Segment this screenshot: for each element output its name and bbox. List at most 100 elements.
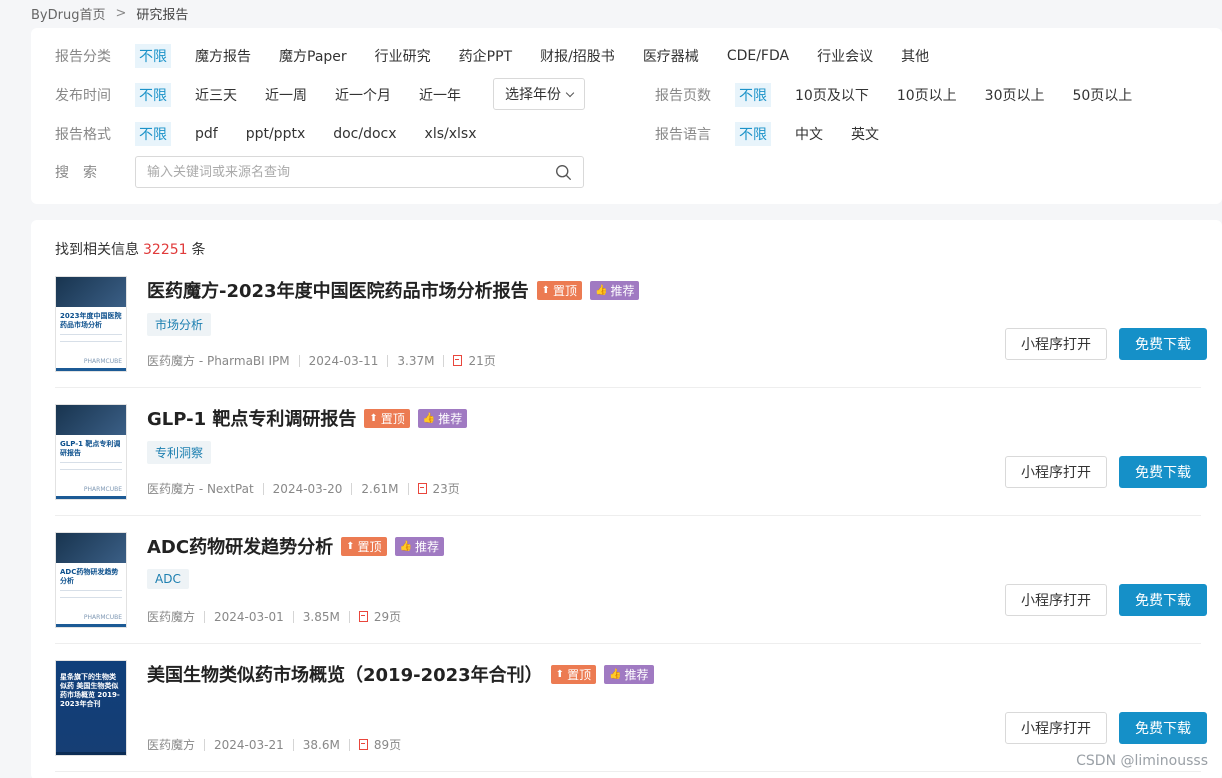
search-icon[interactable] [555, 164, 572, 181]
watermark: CSDN @liminousss [1076, 753, 1208, 769]
pages-option-le10[interactable]: 10页及以下 [791, 83, 873, 107]
open-miniprogram-button[interactable]: 小程序打开 [1005, 584, 1107, 616]
filter-label-language: 报告语言 [655, 127, 711, 143]
category-option-pharma-ppt[interactable]: 药企PPT [455, 44, 516, 68]
pages-option-gt30[interactable]: 30页以上 [981, 83, 1049, 107]
breadcrumb-current: 研究报告 [136, 8, 189, 23]
report-meta: 医药魔方 - PharmaBI IPM 2024-03-11 3.37M 21页 [147, 352, 496, 369]
report-thumbnail[interactable]: GLP-1 靶点专利调研报告 PHARMCUBE [55, 404, 127, 500]
thumbnail-brand: PHARMCUBE [83, 486, 122, 493]
category-option-industry-research[interactable]: 行业研究 [371, 44, 435, 68]
search-input[interactable] [136, 157, 536, 187]
language-option-all[interactable]: 不限 [735, 122, 771, 146]
report-thumbnail[interactable]: ADC药物研发趋势分析 PHARMCUBE [55, 532, 127, 628]
filter-row-language: 报告语言 不限 中文 英文 [655, 122, 903, 146]
category-option-all[interactable]: 不限 [135, 44, 171, 68]
report-tag[interactable]: 专利洞察 [147, 441, 212, 464]
report-source: 医药魔方 - PharmaBI IPM [147, 354, 290, 368]
filter-label-time: 发布时间 [55, 88, 111, 104]
free-download-button[interactable]: 免费下载 [1119, 584, 1207, 616]
report-size: 3.85M [302, 609, 340, 624]
report-date: 2024-03-01 [214, 609, 284, 624]
language-option-chinese[interactable]: 中文 [791, 122, 827, 146]
pinned-badge: ⬆ 置顶 [341, 536, 387, 556]
category-option-cde-fda[interactable]: CDE/FDA [723, 46, 793, 66]
chevron-down-icon [565, 88, 575, 97]
pages-option-gt50[interactable]: 50页以上 [1068, 83, 1136, 107]
report-thumbnail[interactable]: 2023年度中国医院药品市场分析 PHARMCUBE [55, 276, 127, 372]
result-count-suffix: 条 [191, 242, 206, 258]
report-source: 医药魔方 - NextPat [147, 482, 254, 496]
report-tag[interactable]: 市场分析 [147, 313, 212, 336]
report-pages: 89页 [373, 738, 402, 752]
pdf-icon [358, 611, 368, 622]
breadcrumb-home-link[interactable]: ByDrug首页 [31, 4, 105, 23]
report-title[interactable]: 医药魔方-2023年度中国医院药品市场分析报告 [147, 277, 529, 303]
thumbnail-title: 星条旗下的生物类似药 美国生物类似药市场概览 2019-2023年合刊 [60, 673, 120, 708]
report-thumbnail[interactable]: 星条旗下的生物类似药 美国生物类似药市场概览 2019-2023年合刊 [55, 660, 127, 756]
report-tag[interactable]: ADC [147, 569, 189, 589]
report-meta: 医药魔方 2024-03-21 38.6M 89页 [147, 736, 401, 753]
time-option-year[interactable]: 近一年 [415, 83, 465, 107]
format-option-ppt[interactable]: ppt/pptx [242, 124, 310, 144]
recommended-badge: 👍 推荐 [417, 408, 468, 428]
thumbnail-title: 2023年度中国医院药品市场分析 [60, 312, 122, 329]
free-download-button[interactable]: 免费下载 [1119, 328, 1207, 360]
pdf-icon [453, 355, 463, 366]
report-source: 医药魔方 [147, 610, 196, 624]
thumbnail-title: ADC药物研发趋势分析 [60, 568, 119, 585]
filter-row-category: 报告分类 不限 魔方报告 魔方Paper 行业研究 药企PPT 财报/招股书 医… [55, 44, 953, 68]
format-option-doc[interactable]: doc/docx [329, 124, 400, 144]
category-option-other[interactable]: 其他 [897, 44, 933, 68]
format-option-pdf[interactable]: pdf [191, 124, 222, 144]
report-item: 星条旗下的生物类似药 美国生物类似药市场概览 2019-2023年合刊 美国生物… [55, 660, 1207, 772]
language-option-english[interactable]: 英文 [847, 122, 883, 146]
filter-row-search: 搜 索 [55, 160, 135, 184]
report-source: 医药魔方 [147, 738, 196, 752]
year-select[interactable]: 选择年份 [493, 78, 585, 110]
breadcrumb-separator: > [115, 6, 127, 21]
category-option-conference[interactable]: 行业会议 [813, 44, 877, 68]
result-count-number: 32251 [143, 242, 188, 258]
result-count-prefix: 找到相关信息 [55, 242, 139, 258]
time-option-month[interactable]: 近一个月 [331, 83, 395, 107]
free-download-button[interactable]: 免费下载 [1119, 712, 1207, 744]
report-size: 3.37M [397, 353, 435, 368]
report-date: 2024-03-21 [214, 737, 284, 752]
filter-row-time: 发布时间 不限 近三天 近一周 近一个月 近一年 [55, 83, 485, 107]
time-option-3days[interactable]: 近三天 [191, 83, 241, 107]
report-title[interactable]: ADC药物研发趋势分析 [147, 533, 333, 559]
report-meta: 医药魔方 2024-03-01 3.85M 29页 [147, 608, 401, 625]
open-miniprogram-button[interactable]: 小程序打开 [1005, 712, 1107, 744]
recommended-badge: 👍 推荐 [589, 280, 640, 300]
report-title[interactable]: 美国生物类似药市场概览（2019-2023年合刊） [147, 661, 543, 687]
recommended-badge: 👍 推荐 [604, 664, 654, 684]
report-title[interactable]: GLP-1 靶点专利调研报告 [147, 405, 356, 431]
report-date: 2024-03-20 [272, 481, 343, 496]
format-option-all[interactable]: 不限 [135, 122, 171, 146]
open-miniprogram-button[interactable]: 小程序打开 [1005, 328, 1107, 360]
pinned-badge: ⬆ 置顶 [550, 664, 597, 684]
time-option-week[interactable]: 近一周 [261, 83, 311, 107]
results-panel: 找到相关信息 32251 条 2023年度中国医院药品市场分析 PHARMCUBE … [31, 220, 1222, 778]
category-option-mofang-report[interactable]: 魔方报告 [191, 44, 255, 68]
filter-row-pages: 报告页数 不限 10页及以下 10页以上 30页以上 50页以上 [655, 83, 1156, 107]
year-select-label: 选择年份 [505, 87, 561, 103]
report-pages: 29页 [373, 610, 402, 624]
pinned-badge: ⬆ 置顶 [536, 280, 582, 300]
time-option-all[interactable]: 不限 [135, 83, 171, 107]
format-option-xls[interactable]: xls/xlsx [421, 124, 481, 144]
open-miniprogram-button[interactable]: 小程序打开 [1005, 456, 1107, 488]
category-option-mofang-paper[interactable]: 魔方Paper [275, 44, 351, 68]
thumbs-up-icon: 👍 [422, 412, 436, 424]
breadcrumb: ByDrug首页 > 研究报告 [31, 4, 188, 23]
category-option-medical-device[interactable]: 医疗器械 [639, 44, 703, 68]
pages-option-gt10[interactable]: 10页以上 [893, 83, 961, 107]
report-item: ADC药物研发趋势分析 PHARMCUBE ADC药物研发趋势分析 ⬆ 置顶 👍 推… [55, 532, 1207, 644]
pdf-icon [358, 739, 368, 750]
free-download-button[interactable]: 免费下载 [1119, 456, 1207, 488]
report-pages: 23页 [432, 482, 460, 496]
arrow-up-icon: ⬆ [369, 412, 378, 424]
pages-option-all[interactable]: 不限 [735, 83, 771, 107]
category-option-financial[interactable]: 财报/招股书 [536, 44, 619, 68]
